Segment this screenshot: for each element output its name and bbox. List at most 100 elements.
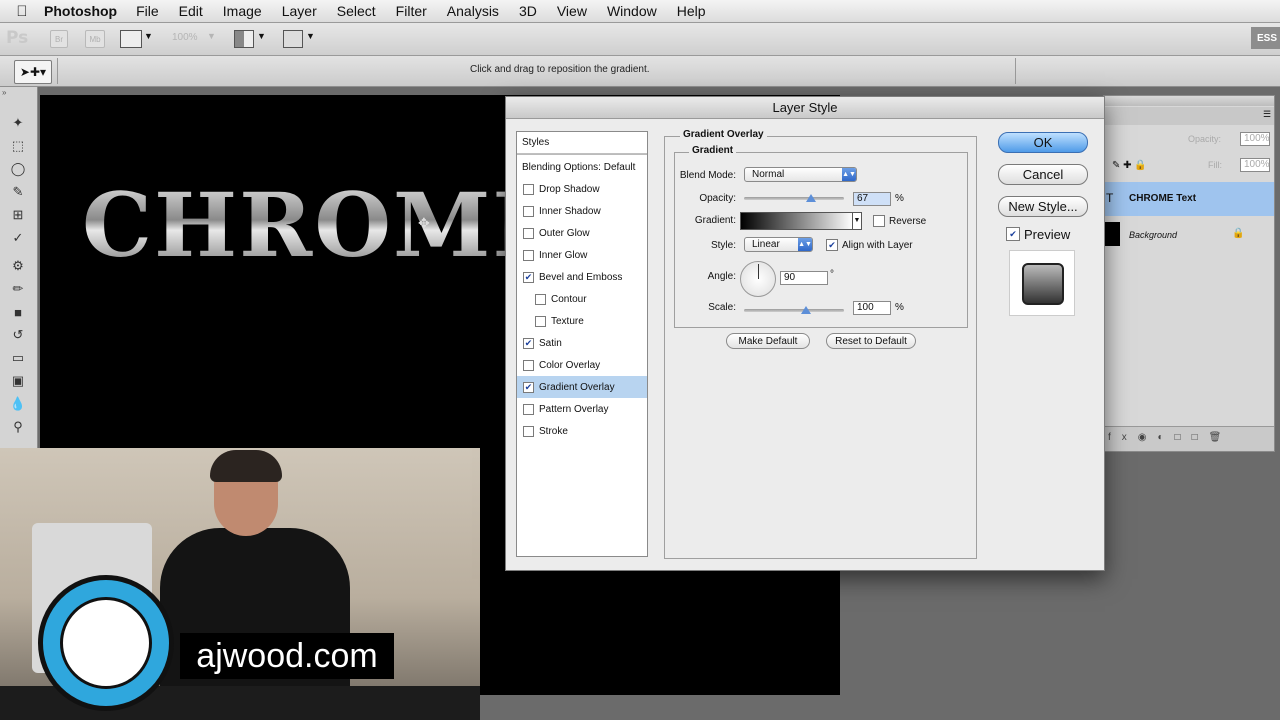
style-checkbox[interactable] <box>523 403 534 415</box>
style-item[interactable]: Inner Glow <box>517 244 647 266</box>
view-extras-icon[interactable] <box>120 30 142 48</box>
menu-filter[interactable]: Filter <box>396 3 427 19</box>
style-item[interactable]: Color Overlay <box>517 354 647 376</box>
style-checkbox[interactable]: ✔ <box>523 337 534 349</box>
menu-layer[interactable]: Layer <box>282 3 317 19</box>
style-item[interactable]: Drop Shadow <box>517 178 647 200</box>
menu-image[interactable]: Image <box>223 3 262 19</box>
style-select[interactable]: Linear ▲▼ <box>744 237 813 252</box>
lasso-tool-icon[interactable]: ◯ <box>8 160 28 178</box>
menu-view[interactable]: View <box>557 3 587 19</box>
style-checkbox[interactable] <box>523 205 534 217</box>
reset-to-default-button[interactable]: Reset to Default <box>826 333 916 349</box>
collapse-icon[interactable]: » <box>2 88 6 97</box>
panel-menu-icon[interactable]: ☰ <box>1263 109 1271 120</box>
minibridge-button[interactable]: Mb <box>85 30 105 48</box>
screen-mode-icon[interactable] <box>283 30 303 48</box>
chevron-down-icon[interactable]: ▼ <box>257 31 266 41</box>
cancel-button[interactable]: Cancel <box>998 164 1088 185</box>
chevron-down-icon[interactable]: ▼ <box>852 212 862 230</box>
new-style-button[interactable]: New Style... <box>998 196 1088 217</box>
style-item[interactable]: Contour <box>517 288 647 310</box>
scale-slider-thumb[interactable] <box>801 306 811 314</box>
workspace-switcher[interactable]: ESS <box>1251 27 1280 49</box>
blur-tool-icon[interactable]: 💧 <box>8 395 28 413</box>
layer-row[interactable]: T CHROME Text <box>1104 182 1274 216</box>
healing-brush-tool-icon[interactable]: ⚙ <box>8 257 28 275</box>
menu-help[interactable]: Help <box>677 3 706 19</box>
menu-3d[interactable]: 3D <box>519 3 537 19</box>
blending-options-item[interactable]: Blending Options: Default <box>517 156 647 178</box>
style-checkbox[interactable] <box>535 293 546 305</box>
layer-name[interactable]: CHROME Text <box>1129 193 1196 204</box>
style-item[interactable]: Pattern Overlay <box>517 398 647 420</box>
layer-action-icons[interactable]: fx◉◐□□🗑 <box>1108 432 1232 443</box>
layer-opacity-field[interactable]: 100% <box>1240 132 1270 146</box>
gradient-picker[interactable] <box>740 212 854 230</box>
angle-dial[interactable] <box>740 261 776 297</box>
brush-tool-icon[interactable]: ✏ <box>8 280 28 298</box>
layer-fill-field[interactable]: 100% <box>1240 158 1270 172</box>
apple-menu-icon[interactable]:  <box>0 3 44 20</box>
opacity-input[interactable]: 67 <box>853 192 891 206</box>
eraser-tool-icon[interactable]: ▭ <box>8 349 28 367</box>
menu-analysis[interactable]: Analysis <box>447 3 499 19</box>
align-with-layer-checkbox[interactable]: ✔ <box>826 239 838 251</box>
style-item[interactable]: Outer Glow <box>517 222 647 244</box>
style-item[interactable]: ✔ Satin <box>517 332 647 354</box>
move-tool-icon[interactable]: ✦ <box>8 114 28 132</box>
style-item[interactable]: Inner Shadow <box>517 200 647 222</box>
arrange-documents-icon[interactable] <box>234 30 254 48</box>
style-checkbox[interactable]: ✔ <box>523 381 534 393</box>
reverse-checkbox[interactable] <box>873 215 885 227</box>
style-item[interactable]: ✔ Bevel and Emboss <box>517 266 647 288</box>
ok-button[interactable]: OK <box>998 132 1088 153</box>
chevron-down-icon[interactable]: ▼ <box>306 31 315 41</box>
angle-input[interactable]: 90 <box>780 271 828 285</box>
blend-mode-select[interactable]: Normal ▲▼ <box>744 167 857 182</box>
make-default-button[interactable]: Make Default <box>726 333 810 349</box>
quick-selection-tool-icon[interactable]: ✎ <box>8 183 28 201</box>
crop-tool-icon[interactable]: ⊞ <box>8 206 28 224</box>
style-item[interactable]: Stroke <box>517 420 647 442</box>
presenter-hair <box>210 450 282 482</box>
style-checkbox[interactable] <box>523 227 534 239</box>
tool-preset-picker[interactable]: ➤✚▾ <box>14 60 52 84</box>
zoom-level[interactable]: 100% <box>172 32 198 43</box>
style-checkbox[interactable] <box>523 249 534 261</box>
menu-file[interactable]: File <box>136 3 159 19</box>
menu-select[interactable]: Select <box>337 3 376 19</box>
menu-edit[interactable]: Edit <box>179 3 203 19</box>
opacity-slider-thumb[interactable] <box>806 194 816 202</box>
scale-input[interactable]: 100 <box>853 301 891 315</box>
tools-panel: » ✦ ⬚ ◯ ✎ ⊞ ✓ ⚙ ✏ ■ ↺ ▭ ▣ 💧 ⚲ <box>0 87 38 450</box>
layer-name[interactable]: Background <box>1129 230 1177 240</box>
style-checkbox[interactable]: ✔ <box>523 271 534 283</box>
menu-app-name[interactable]: Photoshop <box>44 3 117 19</box>
chevron-down-icon[interactable]: ▼ <box>144 31 153 41</box>
style-checkbox[interactable] <box>535 315 546 327</box>
style-checkbox[interactable] <box>523 183 534 195</box>
opacity-slider[interactable] <box>744 197 844 200</box>
scale-slider[interactable] <box>744 309 844 312</box>
style-checkbox[interactable] <box>523 359 534 371</box>
layers-panel: ☰ Opacity: 100% ✎ ✚ 🔒 Fill: 100% T CHROM… <box>1103 95 1275 452</box>
updown-arrow-icon: ▲▼ <box>842 168 856 181</box>
dodge-tool-icon[interactable]: ⚲ <box>8 418 28 436</box>
layer-row[interactable]: Background 🔒 <box>1104 218 1274 252</box>
marquee-tool-icon[interactable]: ⬚ <box>8 137 28 155</box>
history-brush-tool-icon[interactable]: ↺ <box>8 326 28 344</box>
gradient-tool-icon[interactable]: ▣ <box>8 372 28 390</box>
style-item[interactable]: ✔ Gradient Overlay <box>517 376 647 398</box>
preview-checkbox[interactable]: ✔ <box>1006 227 1020 241</box>
bridge-button[interactable]: Br <box>50 30 68 48</box>
styles-header[interactable]: Styles <box>517 132 647 154</box>
style-item[interactable]: Texture <box>517 310 647 332</box>
stamp-tool-icon[interactable]: ■ <box>8 303 28 321</box>
chevron-down-icon[interactable]: ▼ <box>207 31 216 41</box>
fill-label: Fill: <box>1208 160 1222 170</box>
lock-icons[interactable]: ✎ ✚ 🔒 <box>1112 160 1147 171</box>
eyedropper-tool-icon[interactable]: ✓ <box>8 229 28 247</box>
style-checkbox[interactable] <box>523 425 534 437</box>
menu-window[interactable]: Window <box>607 3 657 19</box>
